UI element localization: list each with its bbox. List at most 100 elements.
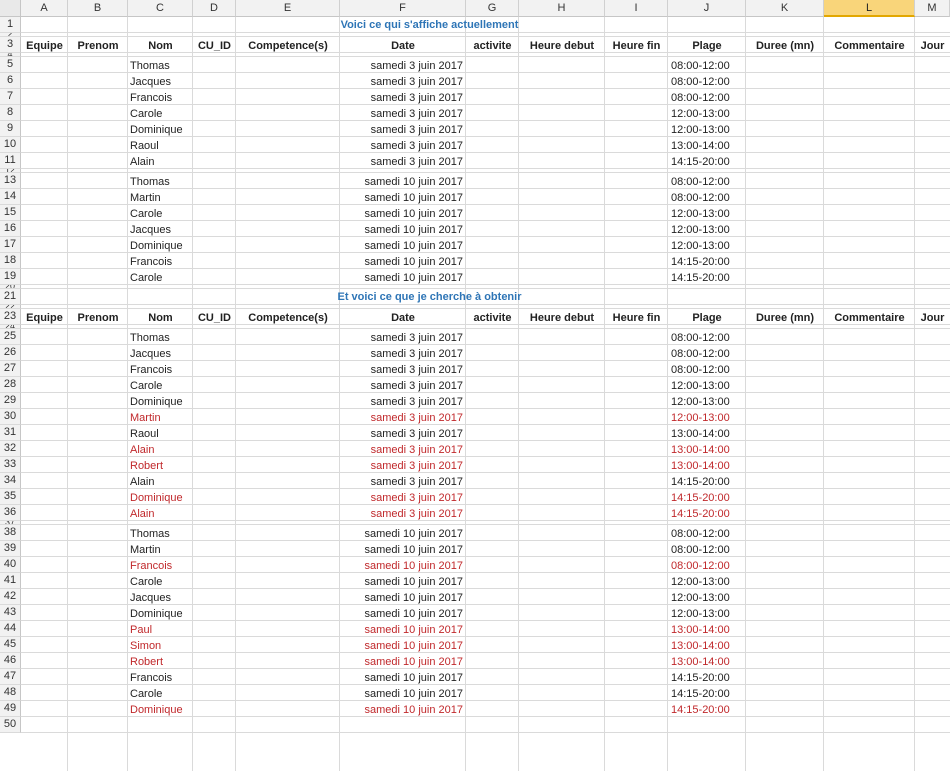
row-header-17[interactable]: 17 xyxy=(0,237,21,253)
cell-date[interactable]: samedi 3 juin 2017 xyxy=(340,411,463,425)
column-header-j[interactable]: J xyxy=(668,0,746,17)
cell-date[interactable]: samedi 10 juin 2017 xyxy=(340,207,463,221)
cell-plage[interactable]: 12:00-13:00 xyxy=(671,207,745,221)
cell-date[interactable]: samedi 3 juin 2017 xyxy=(340,395,463,409)
row-header-8[interactable]: 8 xyxy=(0,105,21,121)
column-title-jour[interactable]: Jour xyxy=(915,39,950,53)
column-title-cu-id[interactable]: CU_ID xyxy=(193,311,236,325)
cell-date[interactable]: samedi 3 juin 2017 xyxy=(340,475,463,489)
cell-nom[interactable]: Francois xyxy=(130,255,192,269)
cell-plage[interactable]: 14:15-20:00 xyxy=(671,687,745,701)
row-header-29[interactable]: 29 xyxy=(0,393,21,409)
column-header-a[interactable]: A xyxy=(21,0,68,17)
cell-date[interactable]: samedi 3 juin 2017 xyxy=(340,363,463,377)
row-header-50[interactable]: 50 xyxy=(0,717,21,733)
cell-plage[interactable]: 14:15-20:00 xyxy=(671,475,745,489)
cell-plage[interactable]: 13:00-14:00 xyxy=(671,139,745,153)
cell-plage[interactable]: 12:00-13:00 xyxy=(671,123,745,137)
cell-nom[interactable]: Robert xyxy=(130,459,192,473)
cell-nom[interactable]: Thomas xyxy=(130,175,192,189)
cell-date[interactable]: samedi 3 juin 2017 xyxy=(340,75,463,89)
column-title-date[interactable]: Date xyxy=(340,311,466,325)
cell-date[interactable]: samedi 10 juin 2017 xyxy=(340,671,463,685)
column-title-nom[interactable]: Nom xyxy=(128,39,193,53)
row-header-31[interactable]: 31 xyxy=(0,425,21,441)
cell-plage[interactable]: 12:00-13:00 xyxy=(671,395,745,409)
row-header-33[interactable]: 33 xyxy=(0,457,21,473)
cell-date[interactable]: samedi 10 juin 2017 xyxy=(340,255,463,269)
cell-nom[interactable]: Francois xyxy=(130,559,192,573)
cell-plage[interactable]: 13:00-14:00 xyxy=(671,655,745,669)
cell-nom[interactable]: Alain xyxy=(130,507,192,521)
cell-plage[interactable]: 14:15-20:00 xyxy=(671,271,745,285)
row-header-5[interactable]: 5 xyxy=(0,57,21,73)
cell-date[interactable]: samedi 10 juin 2017 xyxy=(340,607,463,621)
cell-plage[interactable]: 13:00-14:00 xyxy=(671,623,745,637)
row-header-38[interactable]: 38 xyxy=(0,525,21,541)
cell-nom[interactable]: Carole xyxy=(130,379,192,393)
column-header-f[interactable]: F xyxy=(340,0,466,17)
cell-date[interactable]: samedi 10 juin 2017 xyxy=(340,639,463,653)
cell-date[interactable]: samedi 3 juin 2017 xyxy=(340,155,463,169)
cell-plage[interactable]: 12:00-13:00 xyxy=(671,591,745,605)
cell-date[interactable]: samedi 10 juin 2017 xyxy=(340,655,463,669)
row-header-39[interactable]: 39 xyxy=(0,541,21,557)
row-header-47[interactable]: 47 xyxy=(0,669,21,685)
cell-plage[interactable]: 08:00-12:00 xyxy=(671,191,745,205)
cell-date[interactable]: samedi 3 juin 2017 xyxy=(340,123,463,137)
column-header-d[interactable]: D xyxy=(193,0,236,17)
cell-nom[interactable]: Francois xyxy=(130,363,192,377)
cell-plage[interactable]: 08:00-12:00 xyxy=(671,75,745,89)
cell-nom[interactable]: Paul xyxy=(130,623,192,637)
cell-nom[interactable]: Jacques xyxy=(130,347,192,361)
column-title-activite[interactable]: activite xyxy=(466,39,519,53)
cell-plage[interactable]: 08:00-12:00 xyxy=(671,91,745,105)
cell-plage[interactable]: 12:00-13:00 xyxy=(671,411,745,425)
cell-date[interactable]: samedi 3 juin 2017 xyxy=(340,347,463,361)
row-header-9[interactable]: 9 xyxy=(0,121,21,137)
row-header-40[interactable]: 40 xyxy=(0,557,21,573)
cell-plage[interactable]: 12:00-13:00 xyxy=(671,239,745,253)
row-header-6[interactable]: 6 xyxy=(0,73,21,89)
cell-date[interactable]: samedi 10 juin 2017 xyxy=(340,703,463,717)
cell-nom[interactable]: Martin xyxy=(130,411,192,425)
cell-plage[interactable]: 14:15-20:00 xyxy=(671,671,745,685)
cell-date[interactable]: samedi 10 juin 2017 xyxy=(340,175,463,189)
column-header-i[interactable]: I xyxy=(605,0,668,17)
column-header-h[interactable]: H xyxy=(519,0,605,17)
row-header-36[interactable]: 36 xyxy=(0,505,21,521)
column-title-commentaire[interactable]: Commentaire xyxy=(824,311,915,325)
row-header-1[interactable]: 1 xyxy=(0,17,21,33)
row-header-18[interactable]: 18 xyxy=(0,253,21,269)
cell-nom[interactable]: Dominique xyxy=(130,491,192,505)
cell-date[interactable]: samedi 10 juin 2017 xyxy=(340,271,463,285)
column-header-g[interactable]: G xyxy=(466,0,519,17)
row-header-7[interactable]: 7 xyxy=(0,89,21,105)
cell-nom[interactable]: Jacques xyxy=(130,75,192,89)
cell-date[interactable]: samedi 3 juin 2017 xyxy=(340,107,463,121)
cell-date[interactable]: samedi 3 juin 2017 xyxy=(340,443,463,457)
cell-date[interactable]: samedi 10 juin 2017 xyxy=(340,543,463,557)
cell-nom[interactable]: Carole xyxy=(130,575,192,589)
cell-nom[interactable]: Robert xyxy=(130,655,192,669)
column-title-plage[interactable]: Plage xyxy=(668,39,746,53)
column-title-jour[interactable]: Jour xyxy=(915,311,950,325)
cell-plage[interactable]: 08:00-12:00 xyxy=(671,59,745,73)
cell-plage[interactable]: 12:00-13:00 xyxy=(671,223,745,237)
cell-plage[interactable]: 14:15-20:00 xyxy=(671,491,745,505)
cell-nom[interactable]: Alain xyxy=(130,155,192,169)
cell-date[interactable]: samedi 10 juin 2017 xyxy=(340,687,463,701)
cell-nom[interactable]: Simon xyxy=(130,639,192,653)
row-header-3[interactable]: 3 xyxy=(0,37,21,53)
cell-nom[interactable]: Carole xyxy=(130,271,192,285)
cell-nom[interactable]: Dominique xyxy=(130,239,192,253)
cell-plage[interactable]: 12:00-13:00 xyxy=(671,575,745,589)
row-header-45[interactable]: 45 xyxy=(0,637,21,653)
column-title-heure-fin[interactable]: Heure fin xyxy=(605,311,668,325)
cell-nom[interactable]: Raoul xyxy=(130,139,192,153)
cell-plage[interactable]: 12:00-13:00 xyxy=(671,607,745,621)
column-title-competence-s[interactable]: Competence(s) xyxy=(236,311,340,325)
cell-nom[interactable]: Francois xyxy=(130,91,192,105)
column-title-duree-mn[interactable]: Duree (mn) xyxy=(746,39,824,53)
cell-date[interactable]: samedi 3 juin 2017 xyxy=(340,59,463,73)
